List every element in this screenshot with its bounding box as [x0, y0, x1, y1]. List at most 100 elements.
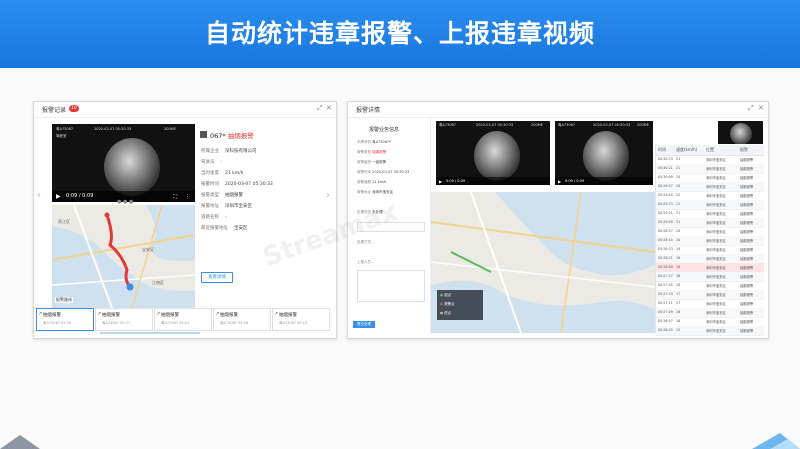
submit-button[interactable]: 提交处理 — [353, 321, 375, 328]
table-cell: 21 — [676, 157, 681, 161]
form-row-time: 报警时间 2020-03-07 05:30:33 — [357, 170, 410, 174]
table-cell: 05:29:45 — [658, 193, 673, 197]
info-row-nearest: 最近报警地址 宝安区 — [201, 226, 248, 231]
video-tag: 粤A73067 — [56, 127, 74, 131]
more-icon[interactable]: ⋮ — [185, 194, 190, 200]
fullscreen-icon[interactable]: ⛶ — [173, 194, 177, 200]
table-cell: 22 — [676, 202, 681, 206]
expand-icon[interactable]: ⤢ — [317, 104, 323, 113]
table-cell: 05:28:09 — [658, 265, 673, 269]
table-cell: 抽烟报警 — [740, 329, 754, 333]
form-row-address: 报警地址 深圳市宝安区 — [357, 190, 394, 194]
alarm-card[interactable]: ↗ 抽烟报警 粤A73067 05:30 — [36, 308, 94, 331]
table-cell: 05:27:09 — [658, 310, 673, 314]
form-row-method: 处理方式 - — [357, 240, 374, 244]
detail-track-map[interactable]: ● 起点 ● 报警点 ● 终点 — [431, 192, 655, 333]
table-cell: 05:27:21 — [658, 301, 673, 305]
table-cell: 深圳市宝安区 — [706, 248, 726, 252]
video-date: 2020-03-07 05:30:33 — [94, 127, 132, 131]
table-cell: 深圳市宝安区 — [706, 320, 726, 324]
form-row-level: 报警级别 一级报警 — [357, 160, 387, 164]
alarm-card[interactable]: ↗ 抽烟报警 粤A73067 05:27 — [95, 308, 153, 331]
table-cell: 抽烟报警 — [740, 221, 754, 225]
play-icon[interactable]: ▶ — [56, 193, 61, 200]
table-cell: 深圳市宝安区 — [706, 176, 726, 180]
table-cell: 深圳市宝安区 — [706, 185, 726, 189]
close-icon[interactable]: ✕ — [758, 104, 764, 112]
alarm-route-map[interactable]: 燕江区 宝安区 江南区 报警路线 — [52, 205, 195, 308]
table-cell: 18 — [676, 274, 681, 278]
video-controls: ▶ 0:09 / 0:09 — [555, 177, 653, 185]
table-row[interactable]: 05:26:45 15 深圳市宝安区 抽烟报警 — [656, 326, 764, 336]
info-row-road: 道路名称 - — [201, 215, 227, 220]
table-cell: 深圳市宝安区 — [706, 311, 726, 315]
alarm-video-player[interactable]: 粤A73067 2020-03-07 05:30:33 200ME 驾驶室 ▶ … — [52, 124, 195, 202]
info-row-address: 报警地址 深圳市宝安区 — [201, 204, 252, 209]
alarm-data-table: 时间 速度(km/h) 位置 报警 05:30:33 21 深圳市宝安区 抽烟报警 05… — [655, 145, 764, 336]
info-row-speed: 当时速度 21 km/h — [201, 171, 244, 176]
table-cell: 抽烟报警 — [740, 311, 754, 315]
corner-decoration-right — [752, 433, 800, 449]
slide-title: 自动统计违章报警、上报违章视频 — [204, 19, 595, 48]
table-cell: 抽烟报警 — [740, 239, 754, 243]
alarm-count-badge: 10 — [69, 105, 79, 112]
map-legend: 报警路线 — [55, 297, 73, 303]
alarm-card-icon: ↗ — [97, 311, 102, 317]
table-cell: 深圳市宝安区 — [706, 230, 726, 234]
table-cell: 深圳市宝安区 — [706, 329, 726, 333]
cards-scrollbar[interactable] — [100, 332, 200, 334]
alarm-detail-header: 报警详情 ⤢ ✕ — [348, 102, 768, 118]
vehicle-icon — [200, 131, 207, 138]
table-cell: 深圳市宝安区 — [706, 167, 726, 171]
table-cell: 05:28:33 — [658, 247, 673, 251]
view-details-button[interactable]: 查看详情 — [201, 272, 233, 283]
prev-arrow-icon[interactable]: ‹ — [37, 190, 41, 201]
table-cell: 20 — [676, 184, 681, 188]
table-cell: 抽烟报警 — [740, 266, 754, 270]
table-cell: 17 — [676, 301, 681, 305]
map-svg — [52, 205, 195, 308]
alarm-card[interactable]: ↗ 抽烟报警 粤A73067 05:18 — [213, 308, 271, 331]
close-icon[interactable]: ✕ — [326, 104, 332, 112]
detail-video-thumb-3[interactable] — [718, 121, 763, 144]
table-cell: 05:27:33 — [658, 292, 673, 296]
remark-textarea[interactable] — [357, 270, 425, 302]
table-cell: 抽烟报警 — [740, 212, 754, 216]
table-cell: 21 — [676, 220, 681, 224]
expand-icon[interactable]: ⤢ — [748, 104, 754, 113]
table-cell: 05:28:45 — [658, 238, 673, 242]
table-cell: 05:29:33 — [658, 202, 673, 206]
table-cell: 05:28:21 — [658, 256, 673, 260]
table-cell: 21 — [676, 211, 681, 215]
table-cell: 抽烟报警 — [740, 203, 754, 207]
table-cell: 深圳市宝安区 — [706, 212, 726, 216]
table-cell: 20 — [676, 229, 681, 233]
table-cell: 19 — [676, 256, 681, 260]
video-time: 0:09 / 0:09 — [66, 193, 94, 199]
map-label-1: 燕江区 — [58, 219, 70, 224]
table-cell: 抽烟报警 — [740, 158, 754, 162]
driver-face — [730, 123, 752, 144]
table-cell: 18 — [676, 265, 681, 269]
alarm-card[interactable]: ↗ 抽烟报警 粤A73067 05:12 — [272, 308, 330, 331]
table-cell: 05:30:21 — [658, 166, 673, 170]
play-icon[interactable]: ▶ — [558, 179, 561, 184]
video-controls: ▶ 0:09 / 0:09 — [436, 177, 550, 185]
table-cell: 深圳市宝安区 — [706, 194, 726, 198]
alarm-detail-title: 报警详情 — [356, 107, 381, 114]
table-cell: 22 — [676, 193, 681, 197]
detail-video-player-1[interactable]: 粤A73067 2020-03-07 05:30:33 200ME ▶ 0:09… — [436, 121, 550, 185]
table-cell: 深圳市宝安区 — [706, 266, 726, 270]
play-icon[interactable]: ▶ — [439, 179, 442, 184]
detail-video-player-2[interactable]: 粤A73067 2020-03-07 05:30:33 200ME ▶ 0:09… — [555, 121, 653, 185]
table-cell: 抽烟报警 — [740, 275, 754, 279]
table-cell: 17 — [676, 292, 681, 296]
vehicle-plate: 067* — [210, 132, 226, 140]
video-id: 200ME — [164, 127, 176, 131]
alarm-card[interactable]: ↗ 抽烟报警 粤A73067 05:21 — [154, 308, 212, 331]
map-label-3: 江南区 — [152, 280, 164, 285]
table-cell: 05:29:57 — [658, 184, 673, 188]
alarm-record-title: 报警记录 — [42, 107, 67, 114]
info-row-driver: 驾驶员 - — [201, 160, 223, 165]
next-arrow-icon[interactable]: › — [326, 190, 330, 201]
